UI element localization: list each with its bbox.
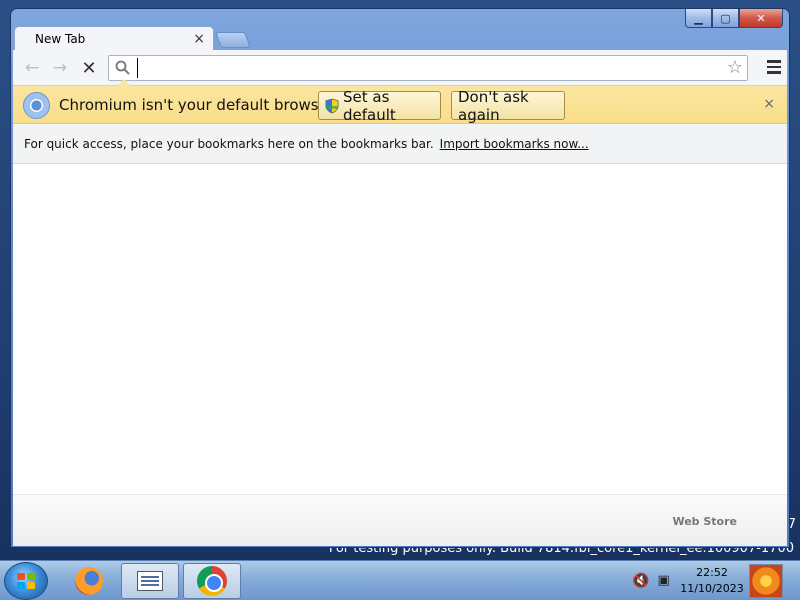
system-tray: 🔇 ▣ bbox=[632, 573, 670, 589]
infobar-close-icon[interactable]: × bbox=[763, 96, 775, 112]
infobar-message: Chromium isn't your default browser. bbox=[59, 96, 338, 114]
new-tab-button[interactable] bbox=[215, 32, 251, 48]
network-icon[interactable]: ▣ bbox=[657, 573, 669, 589]
bookmark-star-icon[interactable]: ☆ bbox=[727, 57, 743, 78]
stop-icon[interactable]: ✕ bbox=[78, 58, 100, 79]
chromium-icon bbox=[23, 92, 50, 119]
start-button[interactable] bbox=[4, 562, 48, 600]
minimize-button[interactable]: ▁ bbox=[685, 9, 712, 28]
new-tab-page-content bbox=[13, 164, 787, 494]
tab-new-tab[interactable]: New Tab × bbox=[14, 26, 214, 51]
omnibox[interactable]: ☆ bbox=[108, 55, 748, 81]
set-as-default-label: Set as default bbox=[343, 87, 396, 124]
firefox-icon bbox=[75, 567, 103, 595]
window-list-icon bbox=[137, 571, 163, 591]
speaker-muted-icon[interactable]: 🔇 bbox=[632, 573, 649, 589]
import-bookmarks-link[interactable]: Import bookmarks now... bbox=[440, 137, 589, 151]
maximize-button[interactable]: ▢ bbox=[712, 9, 739, 28]
bookmarks-bar-message: For quick access, place your bookmarks h… bbox=[24, 136, 434, 151]
taskbar-firefox[interactable] bbox=[60, 563, 118, 599]
omnibox-input[interactable] bbox=[137, 58, 717, 78]
menu-icon[interactable] bbox=[767, 60, 781, 77]
taskbar-clock[interactable]: 22:52 11/10/2023 bbox=[676, 565, 748, 597]
dont-ask-again-button[interactable]: Don't ask again bbox=[451, 88, 565, 124]
tab-title: New Tab bbox=[35, 32, 86, 46]
clock-time: 22:52 bbox=[696, 566, 728, 579]
tab-close-icon[interactable]: × bbox=[193, 31, 205, 47]
taskbar-explorer[interactable] bbox=[121, 563, 179, 599]
window-controls: ▁ ▢ ✕ bbox=[685, 9, 783, 29]
bookmarks-bar: For quick access, place your bookmarks h… bbox=[13, 124, 787, 164]
clock-date: 11/10/2023 bbox=[680, 582, 744, 595]
set-as-default-button[interactable]: Set as default bbox=[318, 88, 441, 124]
dont-ask-again-label: Don't ask again bbox=[458, 87, 529, 124]
forward-arrow-icon[interactable]: → bbox=[49, 58, 71, 78]
default-browser-infobar: Chromium isn't your default browser. Set… bbox=[13, 79, 787, 124]
chrome-icon bbox=[197, 566, 227, 596]
back-arrow-icon[interactable]: ← bbox=[21, 58, 43, 78]
taskbar: 🔇 ▣ 22:52 11/10/2023 bbox=[0, 560, 800, 600]
search-icon bbox=[115, 60, 130, 75]
taskbar-chromium[interactable] bbox=[183, 563, 241, 599]
windows-logo-icon bbox=[17, 573, 37, 591]
new-tab-footer: Web Store bbox=[13, 494, 787, 546]
infobar-arrow bbox=[116, 79, 132, 87]
show-desktop-button[interactable] bbox=[749, 564, 783, 598]
web-store-link[interactable]: Web Store bbox=[672, 515, 737, 528]
shield-icon bbox=[325, 98, 339, 113]
window-close-button[interactable]: ✕ bbox=[739, 9, 783, 28]
